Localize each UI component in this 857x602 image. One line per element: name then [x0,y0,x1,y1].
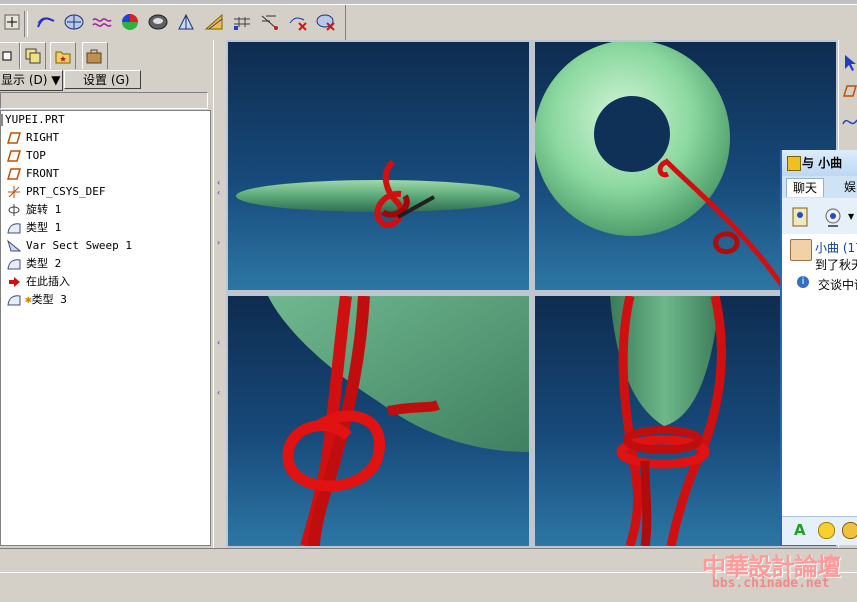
contact-card-icon[interactable] [790,206,812,231]
measure-icon[interactable] [174,10,198,34]
datum-plane-icon [6,131,22,145]
tab-favorites[interactable] [50,42,76,69]
settings-menu-button[interactable]: 设置 (G) ▼ [64,70,141,106]
knot-side-view [236,159,520,228]
tree-item-label: ✱类型 3 [25,291,67,309]
coordinate-system-icon [7,185,21,199]
toolbar-separator [24,11,28,37]
message-text: 到了秋天 [815,258,857,272]
display-menu-button[interactable]: 显示 (D) ▼ [0,70,63,91]
chat-tab-bar: 聊天 娱乐 [782,176,857,212]
tab-entertainment[interactable]: 娱乐 [838,178,857,212]
splitter-arrow-icon: ‹ [217,188,221,197]
chat-window[interactable]: 与 小曲 聊天 娱乐 ▼ 小曲 (17 到了秋天 i 交谈中请 A [780,150,857,545]
rope-strand-shape [387,400,440,416]
view-pane-top-left[interactable] [228,42,529,290]
tree-filter-field[interactable] [0,92,208,109]
tree-item-type3-label: 类型 3 [31,293,67,306]
avatar [790,239,812,261]
chat-app-icon [787,156,801,171]
flatten-icon[interactable] [202,10,226,34]
rope-shape [663,158,788,290]
tree-item-label: RIGHT [26,131,60,144]
datum-plane-tool-icon[interactable] [842,84,857,101]
graphics-viewport[interactable] [226,40,838,548]
chat-title: 与 小曲 [802,156,843,170]
sweep-type-icon [7,257,21,271]
torus-hole-shape [594,96,670,172]
tree-item-label: PRT_CSYS_DEF [26,185,106,198]
panel-splitter[interactable]: ‹ ‹ › ‹ ‹ [213,40,226,548]
splitter-arrow-icon: ‹ [217,388,221,397]
chat-title-bar[interactable]: 与 小曲 [782,150,857,176]
rope-strand-shape [640,460,652,546]
pointer-arrow-icon[interactable] [843,54,857,75]
color-sphere-icon[interactable] [118,10,142,34]
tab-model-tree[interactable] [0,42,20,69]
font-icon[interactable]: A [794,521,806,539]
view-pane-bottom-left[interactable] [228,296,529,546]
tree-item-label: TOP [26,149,46,162]
tree-item-label: 类型 1 [26,221,62,234]
message-sender: 小曲 (17 [815,241,857,255]
delete-red-icon[interactable] [286,10,310,34]
part-icon [0,114,3,126]
knot-closeup-view [268,296,529,546]
dimension-icon[interactable] [258,10,282,34]
rope-knot-shape [713,231,740,255]
tree-item-label: 类型 2 [26,257,62,270]
select-icon[interactable] [0,10,24,34]
curve-icon[interactable] [34,10,58,34]
webcam-icon[interactable] [822,206,844,231]
shade-icon[interactable] [146,10,170,34]
chat-input-toolbar: A [782,516,857,545]
surface-icon[interactable] [62,10,86,34]
splitter-arrow-icon: ‹ [217,338,221,347]
delete-sphere-icon[interactable] [314,10,338,34]
dropdown-arrow-icon[interactable]: ▼ [848,212,854,221]
insert-here-arrow-icon [7,275,21,289]
datum-plane-icon [6,149,22,163]
model-tree: YUPEI.PRT RIGHT TOP FRONT PRT_CSYS_DEF 旋… [0,110,211,546]
info-icon: i [797,276,809,288]
sweep-type-icon [7,293,21,307]
chat-message-area: 小曲 (17 到了秋天 i 交谈中请 [782,234,857,516]
forum-watermark: 中華設計論壇 bbs.chinade.net [700,545,857,601]
sketch-curve-icon[interactable] [842,114,857,131]
sweep-type-icon [7,221,21,235]
chat-toolbar: ▼ [782,198,857,235]
splitter-arrow-icon: › [217,238,221,247]
wave-curve-icon[interactable] [90,10,114,34]
revolve-icon [7,203,21,217]
watermark-url: bbs.chinade.net [712,576,830,591]
tab-connections[interactable] [82,42,108,69]
tab-chat[interactable]: 聊天 [786,178,825,197]
var-sect-sweep-icon [7,239,22,253]
magic-emoticon-icon[interactable] [842,522,857,539]
tree-item-label: FRONT [26,167,60,180]
suppressed-mark-icon: ✱ [25,293,32,306]
tree-item-label: 旋转 1 [26,203,62,216]
tree-item-label: 在此插入 [26,275,70,288]
tab-layers[interactable] [20,42,46,69]
system-message: 交谈中请 [818,278,857,292]
datum-plane-icon [6,167,22,181]
tree-root-label: YUPEI.PRT [5,113,65,126]
tree-item-label: Var Sect Sweep 1 [26,239,132,252]
splitter-arrow-icon: ‹ [217,178,221,187]
toolbar [0,5,346,40]
grid-icon[interactable] [230,10,254,34]
emoticon-icon[interactable] [818,522,835,539]
